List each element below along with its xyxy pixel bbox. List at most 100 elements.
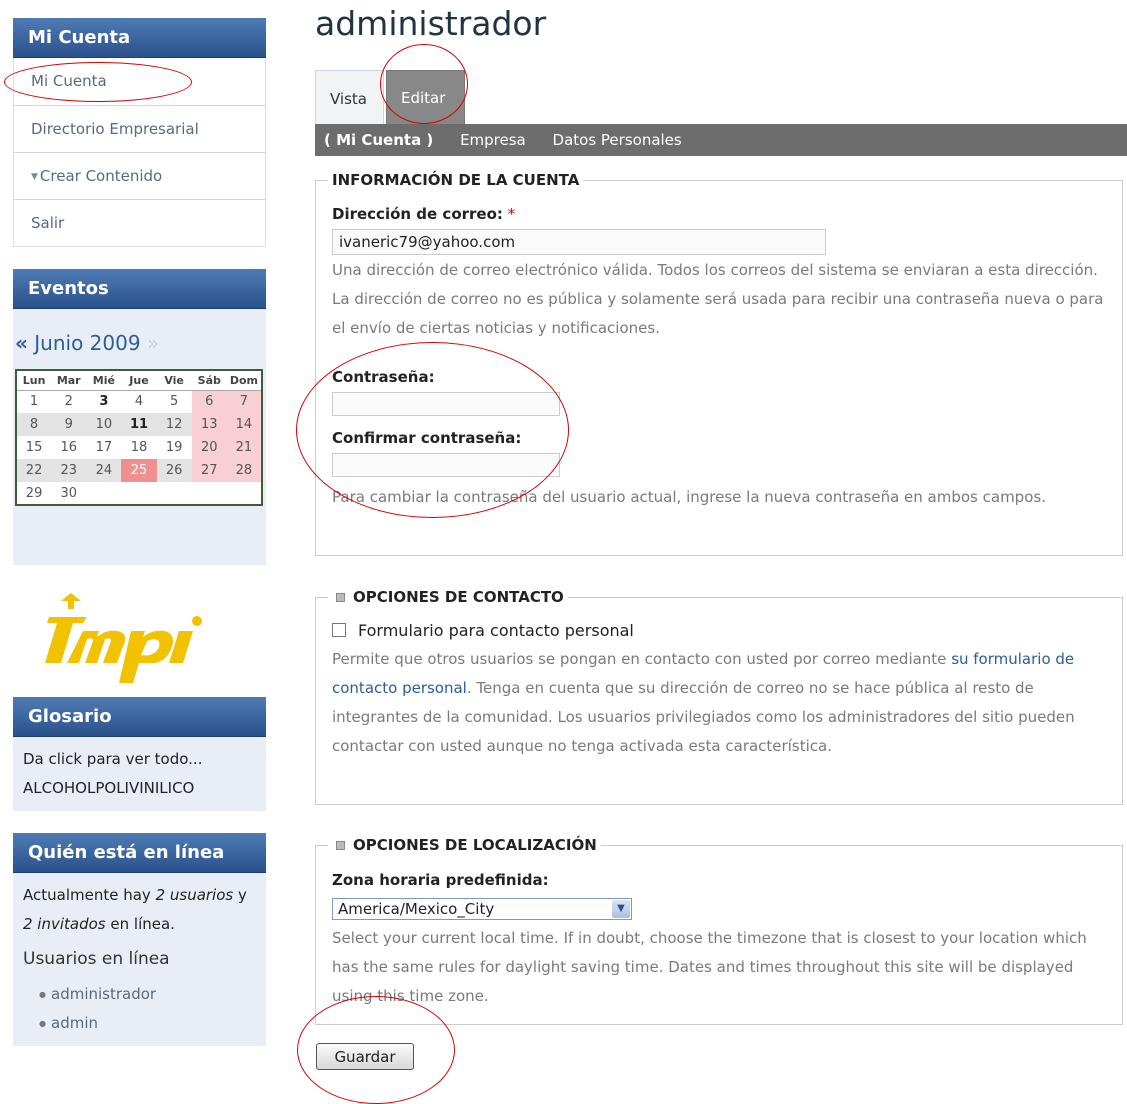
calendar-day[interactable]: 7 (226, 390, 262, 413)
menu-item-label: Salir (31, 214, 65, 232)
menu-item-label: Crear Contenido (39, 167, 163, 185)
password-field[interactable] (332, 392, 560, 416)
contact-fieldset: OPCIONES DE CONTACTO Formulario para con… (315, 583, 1123, 805)
calendar-day[interactable]: 10 (86, 413, 122, 436)
calendar-day[interactable]: 19 (157, 436, 192, 459)
calendar-day[interactable]: 2 (51, 390, 86, 413)
locale-legend[interactable]: OPCIONES DE LOCALIZACIÓN (328, 831, 601, 860)
glossary-term-link[interactable]: ALCOHOLPOLIVINILICO (23, 774, 256, 803)
calendar-weekday: Jue (121, 370, 157, 391)
calendar-day[interactable]: 18 (121, 436, 156, 459)
save-button[interactable]: Guardar (316, 1043, 414, 1070)
calendar-day[interactable]: 1 (16, 390, 51, 413)
password-description: Para cambiar la contraseña del usuario a… (332, 488, 1046, 506)
collapse-icon (336, 592, 345, 602)
site-logo (13, 587, 266, 697)
logo-graphic (45, 593, 202, 683)
calendar-day[interactable]: 6 (191, 390, 227, 413)
online-text: y (233, 886, 247, 904)
calendar-day[interactable]: 11 (121, 413, 157, 436)
calendar-month: Junio 2009 (34, 331, 141, 355)
online-user-link[interactable]: admin (39, 1009, 256, 1038)
calendar-nav: « Junio 2009 » (15, 331, 159, 355)
calendar-day[interactable]: 9 (51, 413, 87, 436)
email-description: Una dirección de correo electrónico váli… (332, 261, 1104, 337)
menu-item-crear-contenido[interactable]: ▼ Crear Contenido (14, 152, 265, 199)
contact-legend[interactable]: OPCIONES DE CONTACTO (328, 583, 568, 612)
confirm-password-label: Confirmar contraseña: (332, 429, 522, 447)
online-body: Actualmente hay 2 usuarios y 2 invitados… (13, 873, 266, 1046)
tab-editar[interactable]: Editar (386, 70, 465, 124)
online-user-link[interactable]: administrador (39, 980, 256, 1009)
calendar-day[interactable]: 3 (86, 390, 121, 413)
calendar-day (121, 482, 156, 505)
calendar-day[interactable]: 8 (16, 413, 52, 436)
contact-checkbox-label: Formulario para contacto personal (358, 621, 634, 640)
contact-desc-text: Permite que otros usuarios se pongan en … (332, 650, 952, 668)
calendar-day[interactable]: 27 (191, 459, 227, 482)
account-block-title: Mi Cuenta (13, 18, 266, 58)
calendar-day[interactable]: 29 (16, 482, 51, 505)
calendar-grid: Lun Mar Mié Jue Vie Sáb Dom 1 2 3 4 5 6 7 8 9 10 11 12 13 1… (15, 369, 263, 506)
sidebar: Mi Cuenta Mi Cuenta Directorio Empresari… (13, 18, 266, 1068)
email-label-text: Dirección de correo: (332, 205, 503, 223)
calendar-next-link[interactable]: » (147, 331, 159, 355)
calendar-day[interactable]: 4 (121, 390, 156, 413)
events-block: Eventos « Junio 2009 » Lun Mar Mié Jue Vie Sá… (13, 269, 266, 565)
collapse-icon (336, 840, 345, 850)
menu-item-label: Mi Cuenta (31, 72, 107, 90)
locale-fieldset: OPCIONES DE LOCALIZACIÓN Zona horaria pr… (315, 831, 1123, 1025)
calendar-day[interactable]: 26 (156, 459, 192, 482)
email-field[interactable] (332, 229, 826, 255)
subtab-datos-personales[interactable]: Datos Personales (553, 131, 682, 149)
locale-legend-text: OPCIONES DE LOCALIZACIÓN (353, 836, 597, 854)
tab-vista[interactable]: Vista (315, 70, 384, 124)
email-label: Dirección de correo: * (332, 200, 1106, 229)
online-summary: Actualmente hay 2 usuarios y 2 invitados… (23, 881, 256, 939)
online-guests-count: 2 invitados (23, 915, 106, 933)
online-block-title: Quién está en línea (13, 833, 266, 873)
calendar-prev-link[interactable]: « (15, 331, 28, 355)
menu-item-mi-cuenta[interactable]: Mi Cuenta (14, 58, 265, 105)
calendar-day[interactable]: 23 (51, 459, 87, 482)
calendar-weekday: Mié (86, 370, 122, 391)
menu-item-label: Directorio Empresarial (31, 120, 199, 138)
online-users-count: 2 usuarios (155, 886, 234, 904)
events-block-title: Eventos (13, 269, 266, 309)
glossary-view-all-link[interactable]: Da click para ver todo... (23, 745, 256, 774)
calendar-day[interactable]: 13 (191, 413, 227, 436)
contact-legend-text: OPCIONES DE CONTACTO (353, 588, 564, 606)
calendar-day[interactable]: 28 (226, 459, 262, 482)
calendar-day[interactable]: 22 (16, 459, 52, 482)
confirm-password-field[interactable] (332, 453, 560, 477)
calendar-day (157, 482, 192, 505)
triangle-down-icon: ▼ (31, 172, 38, 182)
calendar-day[interactable]: 17 (86, 436, 121, 459)
timezone-description: Select your current local time. If in do… (332, 929, 1087, 1005)
menu-item-directorio[interactable]: Directorio Empresarial (14, 105, 265, 152)
calendar-day[interactable]: 30 (51, 482, 86, 505)
calendar-day[interactable]: 20 (191, 436, 227, 459)
timezone-select[interactable]: America/Mexico_City ▼ (332, 898, 632, 920)
calendar-day[interactable]: 21 (226, 436, 262, 459)
calendar-weekday: Lun (16, 370, 52, 391)
chevron-down-icon: ▼ (612, 900, 630, 918)
contact-description: Permite que otros usuarios se pongan en … (332, 645, 1106, 761)
calendar-day[interactable]: 14 (226, 413, 262, 436)
calendar-day[interactable]: 5 (157, 390, 192, 413)
subtab-mi-cuenta[interactable]: ( Mi Cuenta ) (324, 131, 433, 149)
account-menu: Mi Cuenta Directorio Empresarial ▼ Crear … (13, 58, 266, 247)
account-block: Mi Cuenta Mi Cuenta Directorio Empresari… (13, 18, 266, 247)
contact-form-checkbox[interactable] (332, 623, 346, 637)
calendar-weekday: Vie (156, 370, 192, 391)
calendar-day[interactable]: 12 (156, 413, 192, 436)
password-label: Contraseña: (332, 368, 435, 386)
menu-item-salir[interactable]: Salir (14, 199, 265, 246)
calendar-day[interactable]: 25 (121, 459, 157, 482)
account-info-legend: INFORMACIÓN DE LA CUENTA (332, 171, 580, 189)
calendar-day[interactable]: 24 (86, 459, 122, 482)
calendar-day[interactable]: 15 (16, 436, 51, 459)
timezone-value: America/Mexico_City (338, 900, 495, 918)
subtab-empresa[interactable]: Empresa (460, 131, 526, 149)
calendar-day[interactable]: 16 (51, 436, 86, 459)
